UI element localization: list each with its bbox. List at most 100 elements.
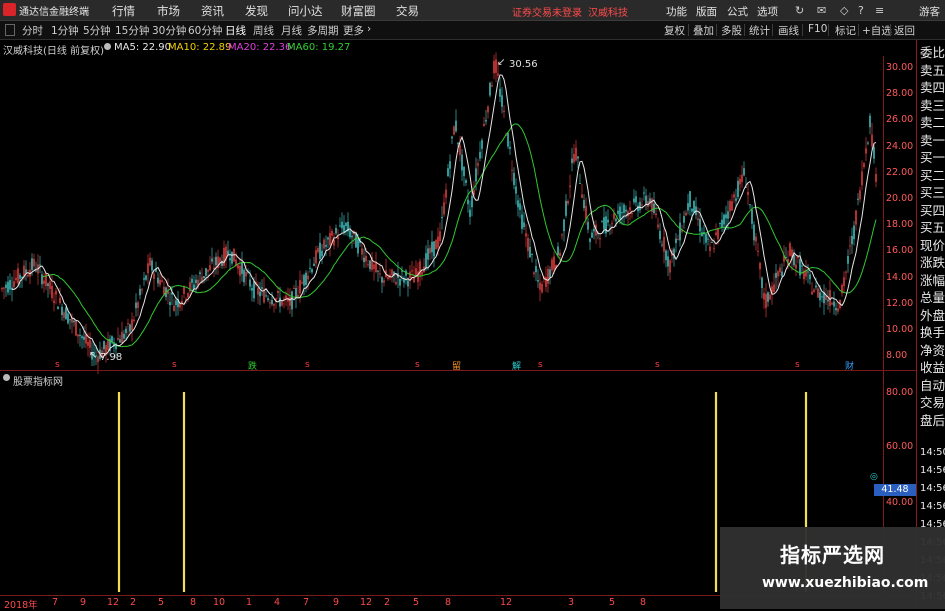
- candle-body: [207, 269, 209, 272]
- candle-body: [721, 219, 723, 228]
- candle-body: [641, 204, 643, 206]
- candle-body: [447, 168, 449, 177]
- quote-field-label[interactable]: 收益: [920, 361, 945, 375]
- event-tag-liu[interactable]: 留: [452, 359, 461, 372]
- candle-body: [507, 132, 509, 147]
- date-tick: 8: [640, 597, 647, 608]
- date-tick: 12: [107, 597, 120, 608]
- quote-field-label[interactable]: 自动: [920, 378, 945, 393]
- date-tick: 9: [333, 597, 340, 608]
- quote-field-label[interactable]: 买三: [920, 186, 945, 200]
- event-marker-icon[interactable]: s: [538, 360, 543, 370]
- quote-field-label[interactable]: 交易: [920, 396, 945, 410]
- quote-field-label[interactable]: 换手: [920, 326, 945, 340]
- candle-body: [475, 168, 477, 182]
- candle-body: [621, 212, 623, 214]
- indicator-marker-icon: ◎: [870, 472, 878, 482]
- quote-field-label[interactable]: 涨幅: [920, 273, 945, 288]
- candle-body: [811, 291, 813, 295]
- kline-chart[interactable]: [0, 0, 916, 609]
- event-marker-icon[interactable]: s: [172, 360, 177, 370]
- candle-body: [611, 223, 613, 225]
- quote-field-label[interactable]: 买四: [920, 203, 945, 218]
- candle-body: [243, 269, 245, 283]
- quote-field-label[interactable]: 盘后: [920, 413, 945, 428]
- candle-body: [191, 278, 193, 283]
- candle-body: [187, 293, 189, 298]
- candle-body: [733, 194, 735, 198]
- candle-body: [561, 234, 563, 236]
- candle-body: [265, 295, 267, 297]
- event-tag-cai[interactable]: 财: [845, 359, 854, 372]
- price-tick: 30.00: [886, 62, 914, 73]
- candle-body: [443, 202, 445, 215]
- candle-body: [431, 241, 433, 253]
- event-marker-icon[interactable]: s: [55, 360, 60, 370]
- candle-body: [311, 269, 313, 273]
- candle-body: [617, 210, 619, 214]
- quote-field-label[interactable]: 买五: [920, 221, 945, 235]
- candle-body: [411, 270, 413, 272]
- candle-body: [173, 305, 175, 312]
- candle-body: [593, 228, 595, 232]
- candle-body: [723, 214, 725, 225]
- quote-field-label[interactable]: 卖三: [920, 98, 945, 113]
- candle-body: [731, 201, 733, 211]
- candle-body: [873, 147, 875, 159]
- event-tag-die[interactable]: 跌: [248, 359, 257, 372]
- indicator-settings-icon[interactable]: [3, 374, 10, 381]
- candle-body: [809, 274, 811, 280]
- quote-field-label[interactable]: 卖四: [920, 81, 945, 95]
- candle-body: [757, 250, 759, 252]
- candle-body: [271, 299, 273, 305]
- candle-body: [585, 205, 587, 220]
- quote-field-label[interactable]: 买一: [920, 151, 945, 165]
- candle-body: [213, 267, 215, 270]
- quote-field-label[interactable]: 涨跌: [920, 256, 945, 270]
- quote-field-label[interactable]: 委比: [920, 46, 945, 60]
- candle-body: [781, 271, 783, 277]
- candle-body: [855, 210, 857, 225]
- quote-field-label[interactable]: 卖二: [920, 116, 945, 130]
- candle-body: [665, 250, 667, 261]
- candle-body: [633, 198, 635, 203]
- candle-body: [871, 134, 873, 147]
- high-label: 30.56: [509, 59, 538, 70]
- candle-body: [343, 225, 345, 233]
- candle-body: [183, 286, 185, 294]
- candle-body: [395, 282, 397, 285]
- candle-body: [27, 274, 29, 277]
- quote-field-label[interactable]: 买二: [920, 168, 945, 183]
- guest-label[interactable]: 游客: [919, 4, 940, 19]
- candle-body: [751, 209, 753, 224]
- quote-field-label[interactable]: 现价: [920, 238, 945, 253]
- quote-field-label[interactable]: 外盘: [920, 308, 945, 323]
- quote-field-label[interactable]: 卖五: [920, 63, 945, 78]
- candle-body: [253, 280, 255, 299]
- quote-field-label[interactable]: 净资: [920, 343, 945, 358]
- event-marker-icon[interactable]: s: [795, 360, 800, 370]
- date-tick: 2: [384, 597, 391, 608]
- candle-body: [537, 280, 539, 282]
- candle-body: [175, 300, 177, 306]
- candle-body: [819, 292, 821, 301]
- candle-body: [123, 333, 125, 339]
- watermark: 指标严选网 www.xuezhibiao.com: [720, 527, 945, 609]
- event-marker-icon[interactable]: s: [655, 360, 660, 370]
- candle-body: [655, 213, 657, 216]
- candle-body: [49, 281, 51, 289]
- event-marker-icon[interactable]: s: [415, 360, 420, 370]
- quote-field-label[interactable]: 总量: [920, 291, 945, 305]
- candle-body: [365, 255, 367, 262]
- candle-body: [461, 154, 463, 171]
- candle-body: [831, 302, 833, 305]
- event-tag-jie[interactable]: 解: [512, 359, 521, 372]
- candle-body: [291, 291, 293, 310]
- candle-body: [817, 288, 819, 298]
- candle-body: [33, 259, 35, 267]
- candle-body: [135, 302, 137, 309]
- candle-body: [779, 267, 781, 273]
- quote-field-label[interactable]: 卖一: [920, 133, 945, 148]
- candle-body: [511, 169, 513, 171]
- event-marker-icon[interactable]: s: [305, 360, 310, 370]
